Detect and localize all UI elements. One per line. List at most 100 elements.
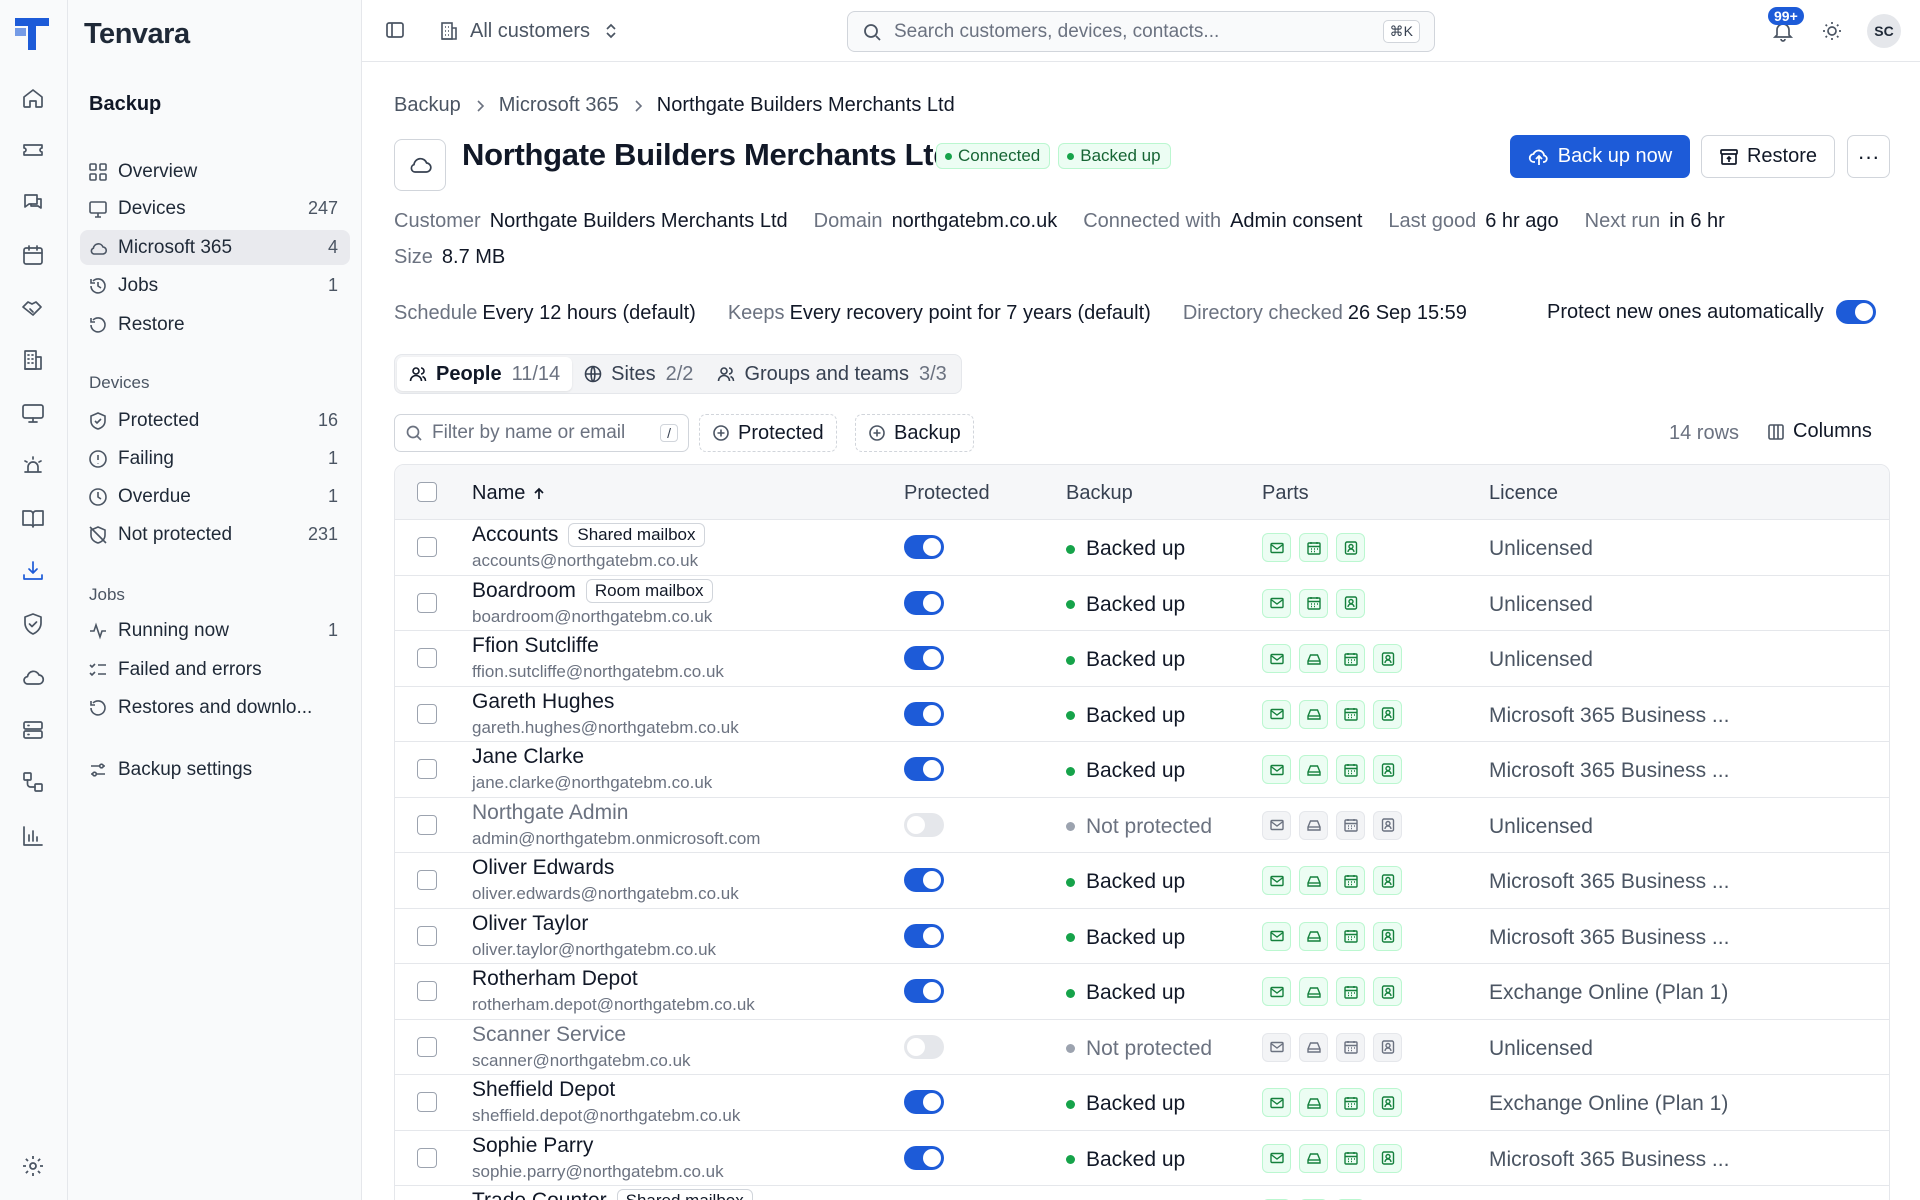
protected-toggle[interactable] <box>904 646 944 670</box>
handshake-icon[interactable] <box>13 288 53 328</box>
cloud-icon[interactable] <box>13 657 53 697</box>
alarm-icon[interactable] <box>13 446 53 486</box>
row-checkbox[interactable] <box>417 981 437 1001</box>
protected-toggle[interactable] <box>904 701 944 726</box>
row-name[interactable]: Sophie Parry <box>472 1134 593 1158</box>
toggle-sidebar-icon[interactable] <box>384 19 406 41</box>
sidebar-item-failed-errors[interactable]: Failed and errors <box>80 652 350 687</box>
row-checkbox[interactable] <box>417 1147 437 1168</box>
tenvara-logo-icon[interactable] <box>13 15 51 53</box>
protected-toggle[interactable] <box>904 868 944 892</box>
sidebar-item-overdue[interactable]: Overdue 1 <box>80 479 350 514</box>
row-checkbox[interactable] <box>417 703 437 724</box>
book-icon[interactable] <box>13 498 53 538</box>
column-name[interactable]: Name <box>472 482 547 505</box>
breadcrumb-backup[interactable]: Backup <box>394 94 461 117</box>
columns-button[interactable]: Columns <box>1767 420 1872 443</box>
row-checkbox[interactable] <box>417 925 437 946</box>
table-row[interactable]: Sophie Parry sophie.parry@northgatebm.co.… <box>395 1131 1889 1186</box>
protected-toggle[interactable] <box>904 923 944 948</box>
protected-toggle[interactable] <box>904 535 944 559</box>
tab-sites[interactable]: Sites 2/2 <box>572 357 705 391</box>
sidebar-item-microsoft-365[interactable]: Microsoft 365 4 <box>80 230 350 265</box>
table-row[interactable]: Ffion Sutcliffe ffion.sutcliffe@northgate… <box>395 631 1889 687</box>
building-icon[interactable] <box>13 340 53 380</box>
filter-chip-backup[interactable]: Backup <box>855 414 974 452</box>
row-checkbox[interactable] <box>417 814 437 835</box>
row-checkbox[interactable] <box>417 870 437 890</box>
row-checkbox[interactable] <box>417 648 437 668</box>
protected-toggle[interactable] <box>904 1034 944 1059</box>
backup-download-icon[interactable] <box>13 551 53 591</box>
settings-gear-icon[interactable] <box>13 1146 53 1186</box>
table-row[interactable]: Northgate Admin admin@northgatebm.onmicro… <box>395 798 1889 853</box>
row-name[interactable]: Boardroom Room mailbox <box>472 578 713 603</box>
server-icon[interactable] <box>13 710 53 750</box>
home-icon[interactable] <box>13 78 53 118</box>
column-protected[interactable]: Protected <box>904 482 990 505</box>
protected-toggle[interactable] <box>904 979 944 1003</box>
table-row[interactable]: Scanner Service scanner@northgatebm.co.uk… <box>395 1020 1889 1075</box>
row-name[interactable]: Trade CounterShared mailbox <box>472 1189 753 1200</box>
select-all-checkbox[interactable] <box>417 482 437 502</box>
sidebar-item-devices[interactable]: Devices 247 <box>80 191 350 226</box>
row-name[interactable]: Oliver Taylor <box>472 912 588 936</box>
auto-protect-toggle[interactable] <box>1835 300 1876 324</box>
table-row[interactable]: Sheffield Depot sheffield.depot@northgate… <box>395 1075 1889 1131</box>
protected-toggle[interactable] <box>904 1145 944 1170</box>
sidebar-item-jobs[interactable]: Jobs 1 <box>80 268 350 303</box>
filter-input[interactable] <box>432 422 661 444</box>
sidebar-item-not-protected[interactable]: Not protected 231 <box>80 517 350 552</box>
ticket-icon[interactable] <box>13 130 53 170</box>
table-row[interactable]: Oliver Taylor oliver.taylor@northgatebm.c… <box>395 909 1889 964</box>
row-name[interactable]: Northgate Admin <box>472 801 628 825</box>
sidebar-item-failing[interactable]: Failing 1 <box>80 441 350 476</box>
back-up-now-button[interactable]: Back up now <box>1510 135 1690 178</box>
tab-people[interactable]: People 11/14 <box>397 357 573 391</box>
workflow-icon[interactable] <box>13 762 53 802</box>
breadcrumb-microsoft-365[interactable]: Microsoft 365 <box>499 94 619 117</box>
row-name[interactable]: Sheffield Depot <box>472 1078 615 1102</box>
row-name[interactable]: Scanner Service <box>472 1023 626 1047</box>
row-name[interactable]: Rotherham Depot <box>472 967 638 991</box>
sidebar-item-backup-settings[interactable]: Backup settings <box>80 752 350 787</box>
table-row[interactable]: Rotherham Depot rotherham.depot@northgate… <box>395 964 1889 1020</box>
sidebar-item-overview[interactable]: Overview <box>80 154 350 189</box>
monitor-icon[interactable] <box>13 393 53 433</box>
table-row[interactable]: Boardroom Room mailbox boardroom@northgate… <box>395 576 1889 631</box>
column-licence[interactable]: Licence <box>1489 482 1558 505</box>
protected-toggle[interactable] <box>904 1090 944 1114</box>
chart-icon[interactable] <box>13 816 53 856</box>
table-row[interactable]: Jane Clarke jane.clarke@northgatebm.co.uk… <box>395 742 1889 798</box>
tab-groups-teams[interactable]: Groups and teams 3/3 <box>705 357 958 391</box>
global-search[interactable]: ⌘K <box>847 11 1435 52</box>
more-actions-button[interactable]: ··· <box>1847 135 1890 178</box>
protected-toggle[interactable] <box>904 757 944 781</box>
row-checkbox[interactable] <box>417 1036 437 1057</box>
customer-selector[interactable]: All customers <box>438 16 630 46</box>
row-name[interactable]: Ffion Sutcliffe <box>472 634 599 658</box>
table-filter[interactable]: / <box>394 414 689 452</box>
row-checkbox[interactable] <box>417 1092 437 1112</box>
calendar-icon[interactable] <box>13 235 53 275</box>
sidebar-item-restores-downloads[interactable]: Restores and downlo... <box>80 690 350 725</box>
table-row[interactable]: Oliver Edwards oliver.edwards@northgatebm… <box>395 853 1889 909</box>
protected-toggle[interactable] <box>904 590 944 615</box>
row-name[interactable]: Accounts Shared mailbox <box>472 523 705 547</box>
sidebar-item-running-now[interactable]: Running now 1 <box>80 613 350 648</box>
row-checkbox[interactable] <box>417 759 437 779</box>
row-name[interactable]: Jane Clarke <box>472 745 584 769</box>
row-name[interactable]: Gareth Hughes <box>472 690 614 714</box>
shield-icon[interactable] <box>13 604 53 644</box>
sidebar-item-protected[interactable]: Protected 16 <box>80 403 350 438</box>
table-row[interactable]: Trade CounterShared mailboxBacked up <box>395 1186 1889 1200</box>
column-backup[interactable]: Backup <box>1066 482 1133 505</box>
row-checkbox[interactable] <box>417 592 437 613</box>
row-checkbox[interactable] <box>417 537 437 557</box>
restore-button[interactable]: Restore <box>1701 135 1835 178</box>
chat-icon[interactable] <box>13 183 53 223</box>
sidebar-item-restore[interactable]: Restore <box>80 307 350 342</box>
table-row[interactable]: Accounts Shared mailbox accounts@northgate… <box>395 520 1889 576</box>
table-row[interactable]: Gareth Hughes gareth.hughes@northgatebm.c… <box>395 687 1889 742</box>
protected-toggle[interactable] <box>904 812 944 837</box>
